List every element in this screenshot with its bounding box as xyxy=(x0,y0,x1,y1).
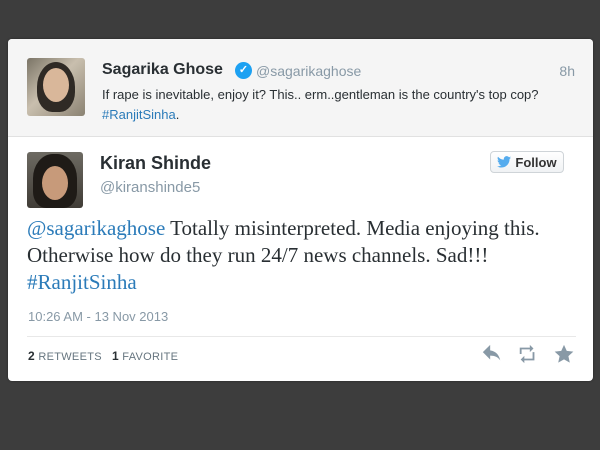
parent-tweet[interactable]: Sagarika Ghose ✓ @sagarikaghose 8h If ra… xyxy=(8,39,593,137)
favorites-label[interactable]: FAVORITE xyxy=(122,351,178,363)
author-handle[interactable]: @kiranshinde5 xyxy=(100,179,200,196)
mention-link[interactable]: @sagarikaghose xyxy=(27,216,165,240)
parent-author-handle[interactable]: @sagarikaghose xyxy=(256,63,361,79)
avatar[interactable] xyxy=(27,152,83,208)
parent-tweet-body: If rape is inevitable, enjoy it? This.. … xyxy=(102,87,539,102)
parent-author-name[interactable]: Sagarika Ghose xyxy=(102,61,223,79)
tweet-timestamp[interactable]: 10:26 AM - 13 Nov 2013 xyxy=(28,309,168,324)
parent-tweet-time[interactable]: 8h xyxy=(559,63,575,79)
follow-label: Follow xyxy=(515,154,557,170)
hashtag-link[interactable]: #RanjitSinha xyxy=(27,270,137,294)
author-name[interactable]: Kiran Shinde xyxy=(100,153,211,174)
parent-tweet-text: If rape is inevitable, enjoy it? This.. … xyxy=(102,85,552,125)
verified-badge-icon: ✓ xyxy=(235,62,252,79)
tweet-stats: 2 RETWEETS 1 FAVORITE xyxy=(28,349,178,363)
twitter-bird-icon xyxy=(497,156,512,168)
star-icon[interactable] xyxy=(553,343,575,365)
tweet-card: Sagarika Ghose ✓ @sagarikaghose 8h If ra… xyxy=(8,39,593,381)
parent-tweet-trailing: . xyxy=(175,107,180,122)
divider xyxy=(27,336,576,337)
tweet-actions xyxy=(481,343,575,365)
avatar[interactable] xyxy=(27,58,85,116)
favorites-count[interactable]: 1 xyxy=(112,349,119,363)
follow-button[interactable]: Follow xyxy=(490,151,564,173)
hashtag-link[interactable]: #RanjitSinha xyxy=(102,107,176,122)
retweets-count[interactable]: 2 xyxy=(28,349,35,363)
retweets-label[interactable]: RETWEETS xyxy=(38,351,102,363)
retweet-icon[interactable] xyxy=(517,343,539,365)
tweet-text: @sagarikaghose Totally misinterpreted. M… xyxy=(27,215,582,296)
reply-icon[interactable] xyxy=(481,343,503,365)
